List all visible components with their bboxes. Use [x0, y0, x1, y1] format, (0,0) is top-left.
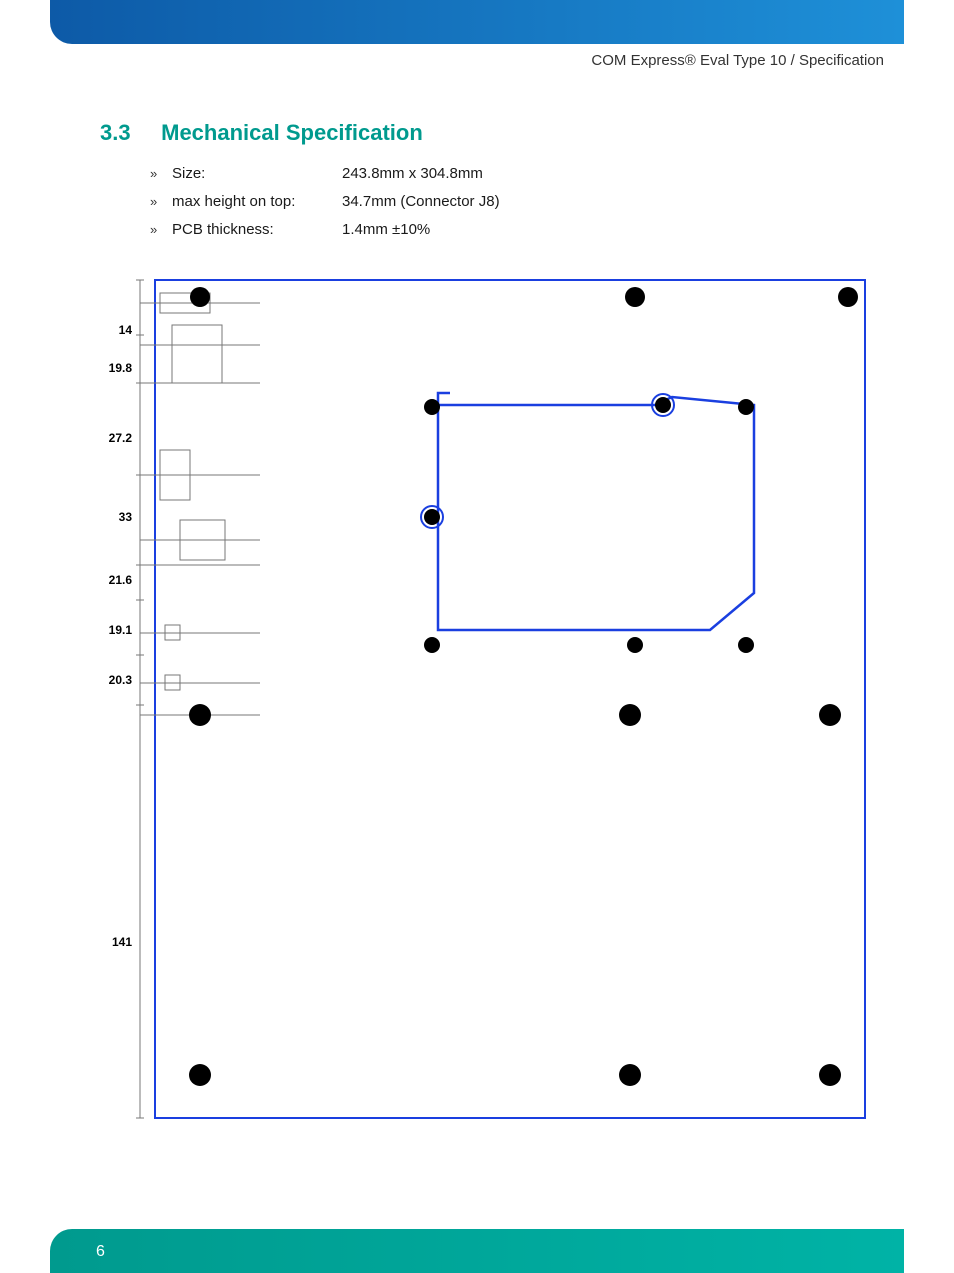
spec-label: Size:	[172, 160, 342, 188]
chevron-icon: »	[150, 216, 172, 244]
spec-label: max height on top:	[172, 188, 342, 216]
diagram-svg	[100, 275, 870, 1125]
module-outline	[438, 397, 754, 630]
top-banner	[50, 0, 904, 44]
spec-value: 243.8mm x 304.8mm	[342, 160, 483, 188]
page-number: 6	[96, 1243, 105, 1261]
spec-value: 34.7mm (Connector J8)	[342, 188, 500, 216]
chevron-icon: »	[150, 160, 172, 188]
dim-label: 19.1	[100, 623, 132, 637]
bottom-banner	[50, 1229, 904, 1273]
section-number: 3.3	[100, 120, 155, 146]
section-title: Mechanical Specification	[161, 120, 423, 145]
dim-label: 20.3	[100, 673, 132, 687]
dim-label: 141	[100, 935, 132, 949]
dim-label: 14	[100, 323, 132, 337]
header-breadcrumb: COM Express® Eval Type 10 / Specificatio…	[591, 52, 884, 69]
spec-value: 1.4mm ±10%	[342, 216, 430, 244]
section-heading: 3.3 Mechanical Specification	[100, 120, 423, 146]
spec-label: PCB thickness:	[172, 216, 342, 244]
dim-label: 33	[100, 510, 132, 524]
spec-row: » PCB thickness: 1.4mm ±10%	[150, 216, 500, 244]
spec-row: » max height on top: 34.7mm (Connector J…	[150, 188, 500, 216]
chevron-icon: »	[150, 188, 172, 216]
dim-label: 21.6	[100, 573, 132, 587]
dim-label: 27.2	[100, 431, 132, 445]
spec-row: » Size: 243.8mm x 304.8mm	[150, 160, 500, 188]
spec-list: » Size: 243.8mm x 304.8mm » max height o…	[150, 160, 500, 244]
mounting-holes	[189, 287, 858, 1086]
dim-label: 19.8	[100, 361, 132, 375]
mechanical-diagram: 14 19.8 27.2 33 21.6 19.1 20.3 141	[100, 275, 870, 1125]
ref-boxes	[140, 293, 260, 715]
